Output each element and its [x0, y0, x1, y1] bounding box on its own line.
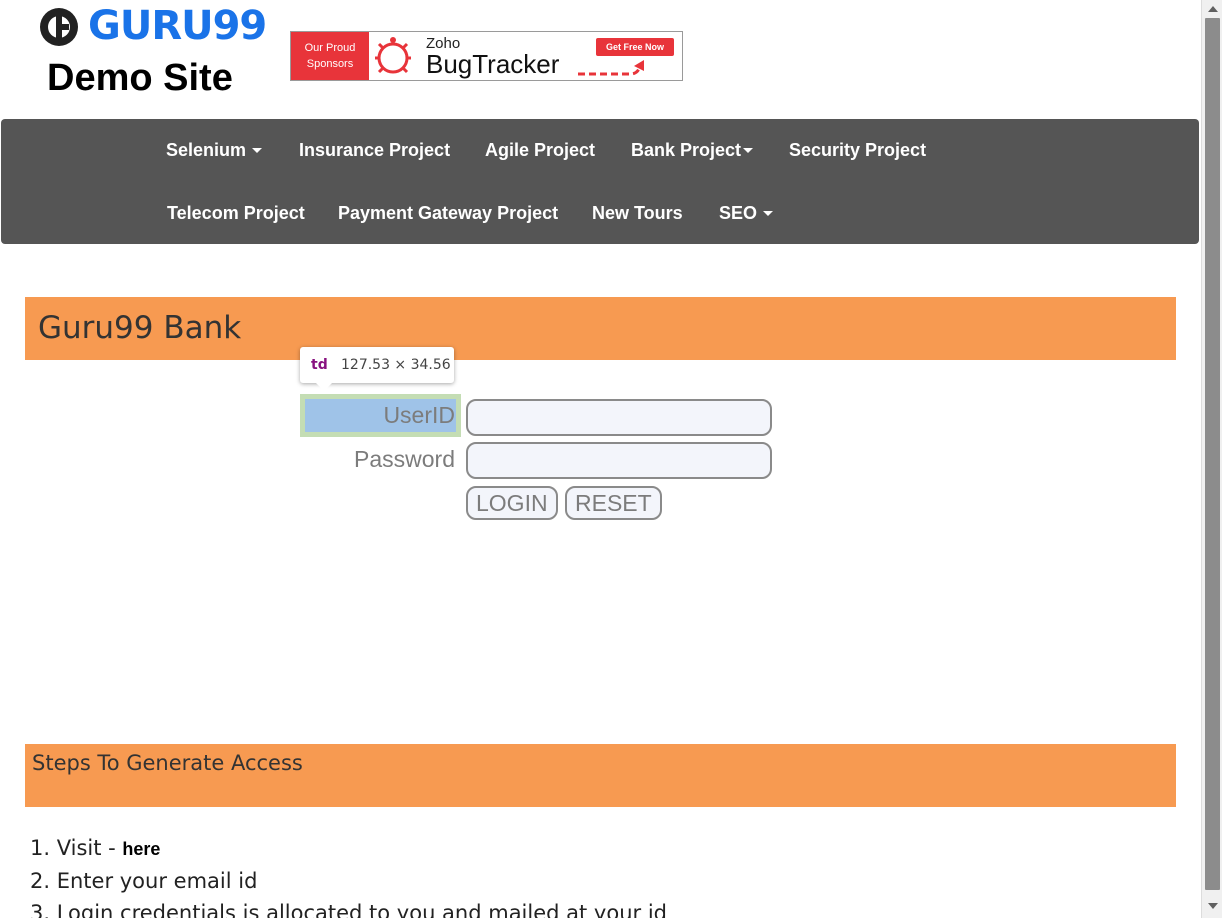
page-title: Guru99 Bank: [38, 310, 242, 346]
step-item: 2. Enter your email id: [30, 869, 258, 893]
nav-bank-project-label: Bank Project: [631, 140, 742, 160]
nav-security-project[interactable]: Security Project: [789, 139, 926, 161]
title-band: Guru99 Bank: [25, 297, 1176, 360]
dashed-arrow-icon: [578, 60, 644, 76]
scroll-up-arrow-icon[interactable]: [1208, 6, 1218, 12]
userid-label: UserID: [383, 402, 455, 428]
scroll-thumb[interactable]: [1205, 18, 1220, 890]
page: GURU99 Demo Site Our Proud Sponsors Zoho…: [0, 0, 1201, 918]
steps-title: Steps To Generate Access: [32, 751, 303, 775]
inspector-tooltip: td 127.53 × 34.56: [300, 347, 454, 391]
nav-selenium-label: Selenium: [166, 140, 247, 160]
steps-band: Steps To Generate Access: [25, 744, 1176, 807]
nav-telecom-project[interactable]: Telecom Project: [167, 202, 305, 224]
site-logo[interactable]: GURU99 Demo Site: [38, 3, 278, 104]
sponsor-label-line1: Our Proud: [304, 42, 356, 54]
caret-down-icon: [252, 147, 263, 153]
nav-bank-project[interactable]: Bank Project: [631, 139, 754, 161]
sponsor-banner[interactable]: Our Proud Sponsors Zoho BugTracker Get F…: [290, 31, 683, 81]
password-input[interactable]: [466, 442, 772, 479]
sponsor-label-line2: Sponsors: [306, 58, 354, 70]
caret-down-icon: [763, 210, 774, 216]
nav-insurance-project[interactable]: Insurance Project: [299, 139, 450, 161]
main-navbar: Selenium Insurance Project Agile Project…: [1, 119, 1199, 244]
steps-list: 1. Visit - here 2. Enter your email id 3…: [30, 832, 667, 918]
nav-seo-label: SEO: [719, 203, 758, 223]
tooltip-tag: td: [311, 357, 328, 373]
sponsor-cta-button[interactable]: Get Free Now: [596, 38, 674, 56]
sponsor-product: BugTracker: [426, 49, 560, 79]
tooltip-arrow: [316, 383, 332, 391]
nav-new-tours[interactable]: New Tours: [592, 202, 683, 224]
guru99-logo-icon: [40, 8, 78, 46]
reset-button[interactable]: RESET: [565, 486, 662, 520]
nav-agile-project[interactable]: Agile Project: [485, 139, 595, 161]
step-item: 1. Visit - here: [30, 832, 667, 865]
login-button[interactable]: LOGIN: [466, 486, 558, 520]
nav-seo[interactable]: SEO: [719, 202, 774, 224]
tooltip-size: 127.53 × 34.56: [341, 357, 451, 373]
logo-subtitle: Demo Site: [47, 57, 233, 99]
password-label: Password: [354, 446, 455, 472]
step-item: 3. Login credentials is allocated to you…: [30, 901, 667, 918]
logo-text: GURU99: [88, 3, 267, 49]
nav-payment-gateway-project[interactable]: Payment Gateway Project: [338, 202, 558, 224]
caret-down-icon: [743, 147, 754, 153]
sponsor-label: Our Proud Sponsors: [291, 32, 369, 80]
step1-here-link[interactable]: here: [122, 839, 160, 859]
step1-text: 1. Visit -: [30, 836, 123, 860]
vertical-scrollbar[interactable]: [1201, 0, 1222, 918]
userid-input[interactable]: [466, 399, 772, 436]
bug-icon: [375, 37, 411, 74]
scroll-down-arrow-icon[interactable]: [1208, 903, 1218, 909]
nav-selenium[interactable]: Selenium: [166, 139, 263, 161]
